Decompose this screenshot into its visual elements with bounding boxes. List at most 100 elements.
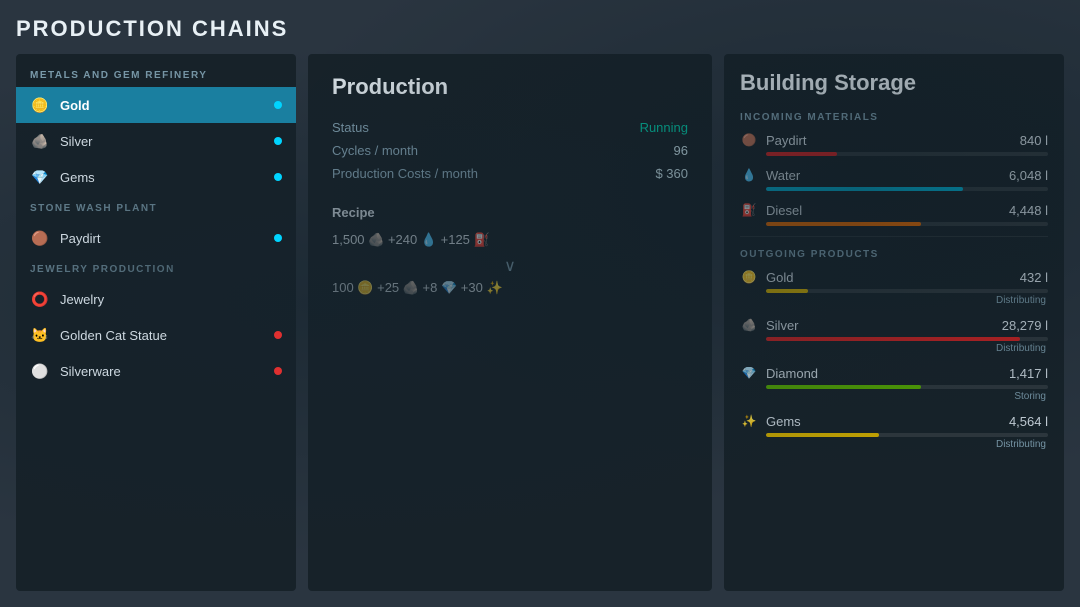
silver-name: Silver bbox=[766, 318, 994, 333]
section-header-stone-wash-plant: STONE WASH PLANT bbox=[16, 195, 296, 220]
gems-icon: 💎 bbox=[30, 167, 50, 187]
prod-label: Production Costs / month bbox=[332, 166, 478, 181]
silver-status: Distributing bbox=[740, 343, 1048, 354]
incoming-header: INCOMING MATERIALS bbox=[740, 112, 1048, 123]
production-panel: Production StatusRunningCycles / month96… bbox=[308, 54, 712, 591]
sidebar-item-silver[interactable]: 🪨 Silver bbox=[16, 123, 296, 159]
silver-icon: 🪨 bbox=[30, 131, 50, 151]
page-title: PRODUCTION CHAINS bbox=[16, 16, 1064, 42]
gems-icon: ✨ bbox=[740, 412, 758, 430]
diesel-bar-row bbox=[740, 222, 1048, 226]
diesel-bar-bg bbox=[766, 222, 1048, 226]
gems-status: Distributing bbox=[740, 439, 1048, 450]
sidebar-item-gold[interactable]: 🪙 Gold bbox=[16, 87, 296, 123]
gems-amount: 4,564 l bbox=[1009, 414, 1048, 429]
gold-dot bbox=[274, 101, 282, 109]
paydirt-dot bbox=[274, 234, 282, 242]
production-table: StatusRunningCycles / month96Production … bbox=[332, 116, 688, 185]
gold-status: Distributing bbox=[740, 295, 1048, 306]
prod-row-production-costs--month: Production Costs / month $ 360 bbox=[332, 162, 688, 185]
silver-bar-fill bbox=[766, 337, 1020, 341]
water-amount: 6,048 l bbox=[1009, 168, 1048, 183]
storage-item-header: ⛽Diesel4,448 l bbox=[740, 201, 1048, 219]
storage-item-paydirt: 🟤 Paydirt 840 l bbox=[740, 131, 1048, 156]
recipe-output: 100 🪙 +25 🪨 +8 💎 +30 ✨ bbox=[332, 280, 688, 296]
gems-label: Gems bbox=[60, 170, 264, 185]
prod-value: 96 bbox=[674, 143, 688, 158]
production-title: Production bbox=[332, 74, 688, 100]
recipe-title: Recipe bbox=[332, 205, 688, 220]
gold-bar-row bbox=[740, 289, 1048, 293]
section-header-jewelry-production: JEWELRY PRODUCTION bbox=[16, 256, 296, 281]
silver-amount: 28,279 l bbox=[1002, 318, 1048, 333]
diamond-icon: 💎 bbox=[740, 364, 758, 382]
paydirt-amount: 840 l bbox=[1020, 133, 1048, 148]
storage-item-silver: 🪨 Silver 28,279 l Distributing bbox=[740, 316, 1048, 354]
gold-label: Gold bbox=[60, 98, 264, 113]
recipe-arrow: ∨ bbox=[332, 256, 688, 276]
sidebar-item-gems[interactable]: 💎 Gems bbox=[16, 159, 296, 195]
paydirt-name: Paydirt bbox=[766, 133, 1012, 148]
gold-bar-fill bbox=[766, 289, 808, 293]
storage-item-diamond: 💎 Diamond 1,417 l Storing bbox=[740, 364, 1048, 402]
golden-cat-icon: 🐱 bbox=[30, 325, 50, 345]
paydirt-bar-fill bbox=[766, 152, 837, 156]
storage-item-header: 🪨 Silver 28,279 l bbox=[740, 316, 1048, 334]
app-container: PRODUCTION CHAINS METALS AND GEM REFINER… bbox=[0, 0, 1080, 607]
paydirt-icon: 🟤 bbox=[740, 131, 758, 149]
water-bar-row bbox=[740, 187, 1048, 191]
divider bbox=[740, 236, 1048, 237]
gems-name: Gems bbox=[766, 414, 1001, 429]
prod-label: Cycles / month bbox=[332, 143, 418, 158]
water-bar-fill bbox=[766, 187, 963, 191]
prod-value: $ 360 bbox=[655, 166, 688, 181]
sidebar-item-jewelry[interactable]: ⭕ Jewelry bbox=[16, 281, 296, 317]
outgoing-list: 🪙Gold432 l Distributing 🪨 Silver 28,279 l Dis… bbox=[740, 268, 1048, 450]
storage-item-header: 🪙Gold432 l bbox=[740, 268, 1048, 286]
gems-bar-row bbox=[740, 433, 1048, 437]
paydirt-label: Paydirt bbox=[60, 231, 264, 246]
water-name: Water bbox=[766, 168, 1001, 183]
water-bar-bg bbox=[766, 187, 1048, 191]
silverware-label: Silverware bbox=[60, 364, 264, 379]
silverware-icon: ⚪ bbox=[30, 361, 50, 381]
section-header-metals-and-gem-refinery: METALS AND GEM REFINERY bbox=[16, 62, 296, 87]
silver-dot bbox=[274, 137, 282, 145]
gems-bar-fill bbox=[766, 433, 879, 437]
gold-icon: 🪙 bbox=[740, 268, 758, 286]
silverware-dot bbox=[274, 367, 282, 375]
gold-icon: 🪙 bbox=[30, 95, 50, 115]
diamond-status: Storing bbox=[740, 391, 1048, 402]
diesel-amount: 4,448 l bbox=[1009, 203, 1048, 218]
recipe-input: 1,500 🪨 +240 💧 +125 ⛽ bbox=[332, 232, 688, 248]
gold-bar-bg bbox=[766, 289, 1048, 293]
recipe-output-text: 100 🪙 +25 🪨 +8 💎 +30 ✨ bbox=[332, 280, 503, 296]
sidebar-item-golden-cat[interactable]: 🐱Golden Cat Statue bbox=[16, 317, 296, 353]
diamond-bar-row bbox=[740, 385, 1048, 389]
gems-bar-bg bbox=[766, 433, 1048, 437]
outgoing-header: OUTGOING PRODUCTS bbox=[740, 249, 1048, 260]
jewelry-label: Jewelry bbox=[60, 292, 282, 307]
prod-row-cycles--month: Cycles / month 96 bbox=[332, 139, 688, 162]
gems-dot bbox=[274, 173, 282, 181]
jewelry-icon: ⭕ bbox=[30, 289, 50, 309]
diamond-bar-bg bbox=[766, 385, 1048, 389]
sidebar-item-paydirt[interactable]: 🟤 Paydirt bbox=[16, 220, 296, 256]
main-content: METALS AND GEM REFINERY 🪙 Gold 🪨 Silver 💎 Gems… bbox=[16, 54, 1064, 591]
silver-icon: 🪨 bbox=[740, 316, 758, 334]
diesel-icon: ⛽ bbox=[740, 201, 758, 219]
storage-item-header: 💎 Diamond 1,417 l bbox=[740, 364, 1048, 382]
storage-panel: Building Storage INCOMING MATERIALS 🟤Pay… bbox=[724, 54, 1064, 591]
paydirt-icon: 🟤 bbox=[30, 228, 50, 248]
storage-item-gold: 🪙Gold432 l Distributing bbox=[740, 268, 1048, 306]
storage-item-header: 🟤 Paydirt 840 l bbox=[740, 131, 1048, 149]
diesel-bar-fill bbox=[766, 222, 921, 226]
recipe-section: Recipe 1,500 🪨 +240 💧 +125 ⛽ ∨ 100 🪙 +25… bbox=[332, 205, 688, 296]
prod-value: Running bbox=[640, 120, 688, 135]
sidebar-item-silverware[interactable]: ⚪ Silverware bbox=[16, 353, 296, 389]
silver-label: Silver bbox=[60, 134, 264, 149]
diamond-bar-fill bbox=[766, 385, 921, 389]
diamond-name: Diamond bbox=[766, 366, 1001, 381]
diamond-amount: 1,417 l bbox=[1009, 366, 1048, 381]
storage-item-gems: ✨ Gems 4,564 l Distributing bbox=[740, 412, 1048, 450]
